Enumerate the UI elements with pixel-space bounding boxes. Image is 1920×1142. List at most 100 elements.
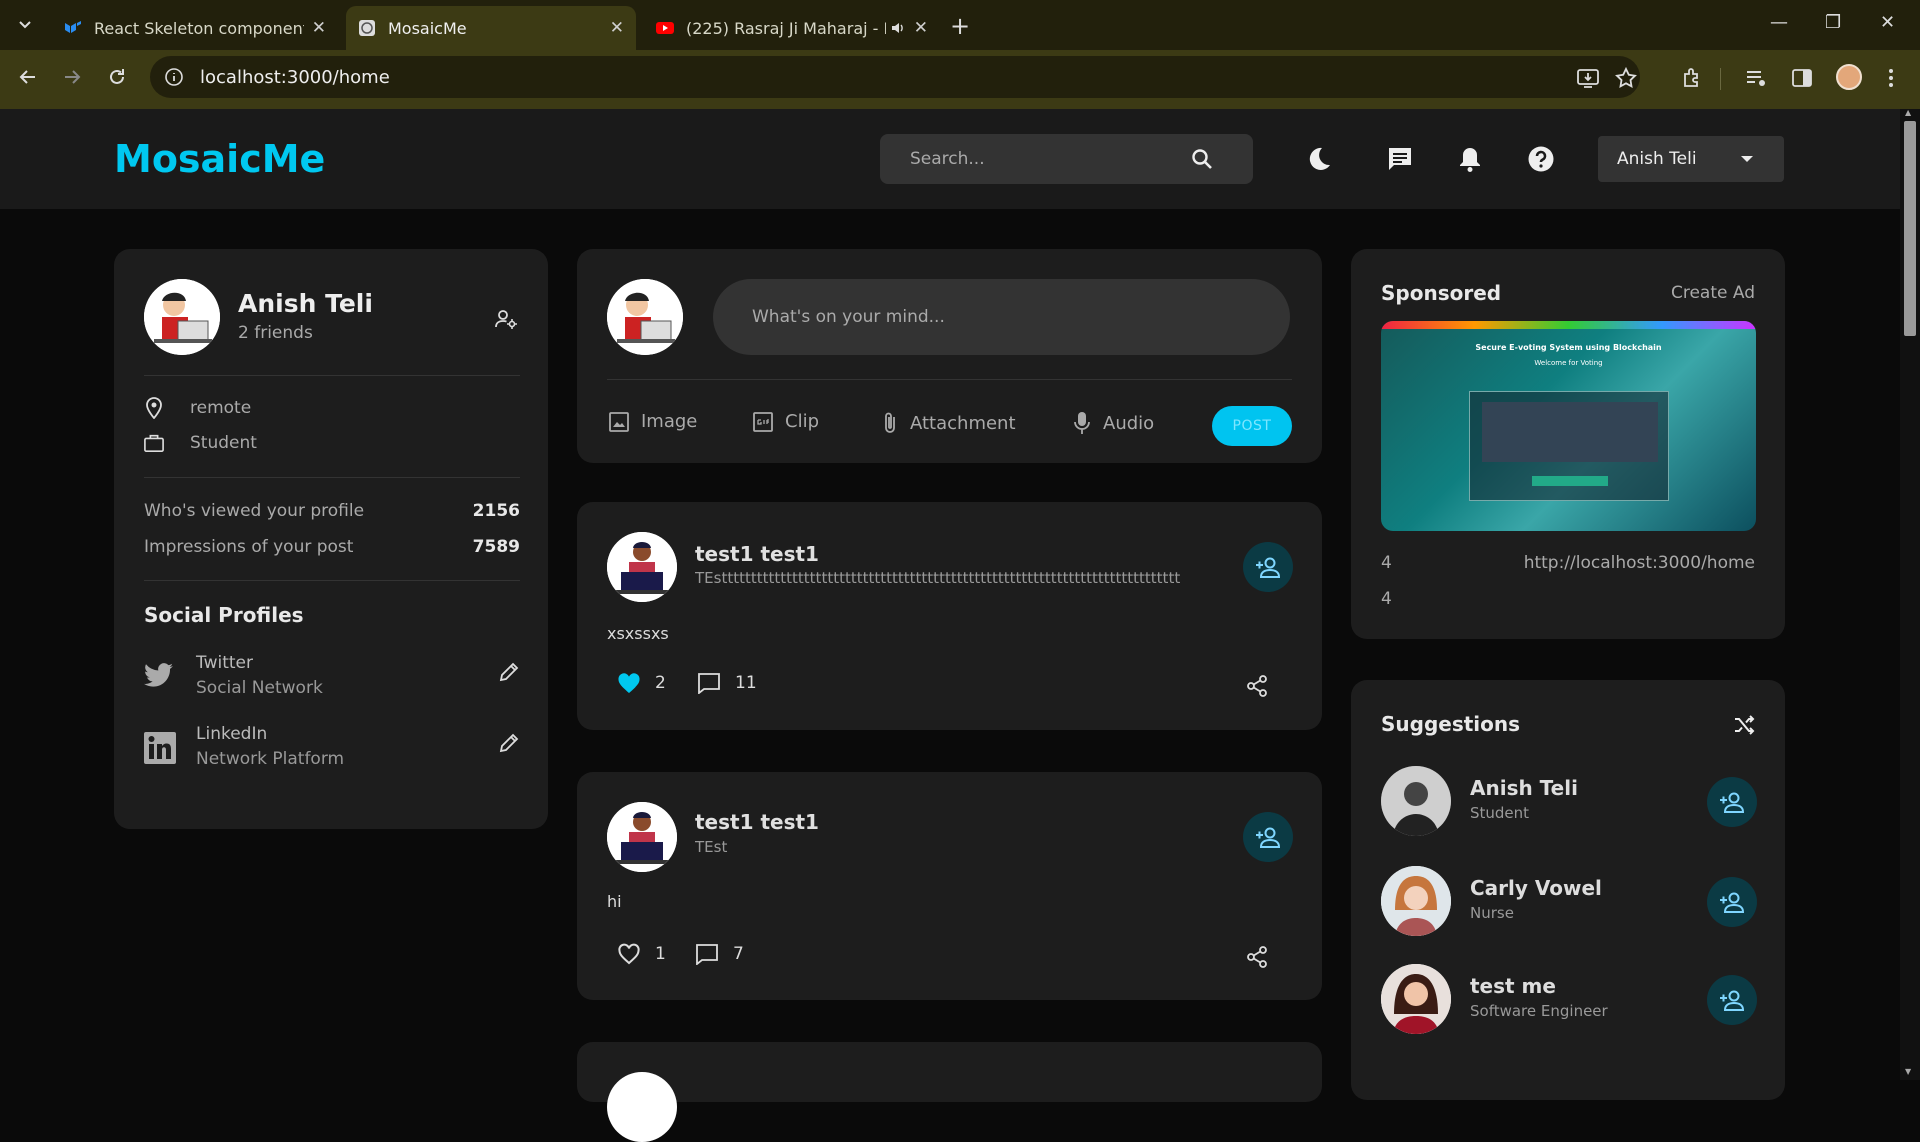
post-input[interactable]: What's on your mind... [713, 279, 1290, 355]
add-friend-button[interactable] [1707, 975, 1757, 1025]
ad-image[interactable]: Secure E-voting System using Blockchain … [1381, 321, 1756, 531]
person-add-icon [1720, 990, 1745, 1011]
close-tab-icon[interactable]: ✕ [312, 18, 326, 38]
comment-button[interactable]: 7 [695, 943, 744, 965]
side-panel-icon[interactable] [1790, 66, 1814, 90]
comment-button[interactable]: 11 [697, 672, 757, 694]
suggestion-name[interactable]: Anish Teli [1470, 776, 1578, 800]
heart-filled-icon [618, 673, 640, 693]
new-tab-button[interactable]: + [950, 12, 970, 40]
user-dropdown[interactable]: Anish Teli [1598, 136, 1784, 182]
browser-profile-avatar[interactable] [1836, 64, 1862, 90]
speaker-icon[interactable] [890, 20, 906, 36]
like-button[interactable]: 2 [617, 672, 666, 694]
extensions-icon[interactable] [1680, 66, 1704, 90]
share-icon[interactable] [1245, 945, 1269, 969]
tab-react-skeleton[interactable]: React Skeleton component - M ✕ [52, 6, 338, 50]
edit-pencil-icon[interactable] [498, 661, 520, 683]
action-label: Attachment [910, 412, 1016, 434]
share-icon[interactable] [1245, 674, 1269, 698]
install-app-icon[interactable] [1576, 66, 1600, 90]
comment-count: 7 [733, 944, 744, 964]
close-tab-icon[interactable]: ✕ [914, 18, 928, 38]
post-author-avatar[interactable] [607, 1072, 677, 1142]
shuffle-icon[interactable] [1733, 714, 1755, 736]
restore-button[interactable]: ❐ [1825, 12, 1841, 33]
address-bar[interactable]: localhost:3000/home [150, 56, 1640, 98]
linkedin-icon [144, 732, 176, 764]
add-friend-button[interactable] [1243, 542, 1293, 592]
tab-youtube[interactable]: (225) Rasraj Ji Maharaj - Ha ✕ [644, 6, 940, 50]
composer-avatar [607, 279, 683, 355]
social-item-twitter: Twitter Social Network [144, 653, 520, 703]
search-input[interactable]: Search... [880, 134, 1253, 184]
suggestion-item: Anish Teli Student [1381, 766, 1757, 838]
suggestion-avatar[interactable] [1381, 766, 1451, 836]
suggestion-name[interactable]: Carly Vowel [1470, 876, 1602, 900]
post-card: test1 test1 TEsttttttttttttttttttttttttt… [577, 502, 1322, 730]
suggestion-name[interactable]: test me [1470, 974, 1556, 998]
close-window-button[interactable]: ✕ [1880, 12, 1895, 33]
post-button[interactable]: POST [1212, 406, 1292, 446]
image-action-button[interactable]: Image [609, 411, 697, 432]
search-icon[interactable] [1191, 148, 1213, 170]
post-author-name[interactable]: test1 test1 [695, 542, 819, 566]
manage-accounts-icon[interactable] [494, 307, 518, 331]
add-friend-button[interactable] [1243, 812, 1293, 862]
attachment-action-button[interactable]: Attachment [882, 411, 1016, 435]
media-control-icon[interactable] [1744, 66, 1768, 90]
person-add-icon [1720, 892, 1745, 913]
dark-mode-icon[interactable] [1305, 145, 1333, 173]
post-body: xsxssxs [607, 624, 669, 643]
audio-action-button[interactable]: Audio [1073, 411, 1154, 435]
page-scrollbar[interactable]: ▲ ▼ [1900, 108, 1920, 1080]
profile-occupation: Student [144, 433, 257, 453]
close-tab-icon[interactable]: ✕ [610, 18, 624, 38]
forward-icon[interactable] [62, 66, 84, 88]
suggestion-role: Software Engineer [1470, 1002, 1608, 1020]
post-author-avatar[interactable] [607, 802, 677, 872]
divider [144, 580, 520, 581]
minimize-button[interactable]: — [1770, 12, 1788, 33]
toolbar-divider [1720, 68, 1721, 90]
suggestion-avatar[interactable] [1381, 866, 1451, 936]
add-friend-button[interactable] [1707, 877, 1757, 927]
app-logo[interactable]: MosaicMe [114, 137, 325, 181]
ad-headline: Secure E-voting System using Blockchain [1475, 343, 1662, 352]
post-author-avatar[interactable] [607, 532, 677, 602]
browser-chrome: React Skeleton component - M ✕ MosaicMe … [0, 0, 1920, 109]
profile-name[interactable]: Anish Teli [238, 289, 373, 318]
help-icon[interactable] [1527, 145, 1555, 173]
ad-image-table [1482, 402, 1658, 462]
message-icon[interactable] [1386, 145, 1414, 173]
user-dropdown-label: Anish Teli [1617, 149, 1697, 169]
post-impressions-stat: Impressions of your post 7589 [144, 537, 520, 557]
like-button[interactable]: 1 [617, 943, 666, 965]
create-ad-link[interactable]: Create Ad [1671, 283, 1755, 303]
tab-search-button[interactable] [12, 12, 38, 38]
action-label: Image [641, 411, 698, 432]
ad-url[interactable]: http://localhost:3000/home [1524, 553, 1755, 573]
add-friend-button[interactable] [1707, 777, 1757, 827]
reload-icon[interactable] [106, 66, 128, 88]
clip-action-button[interactable]: Clip [753, 411, 819, 432]
scroll-down-arrow[interactable]: ▼ [1905, 1067, 1911, 1076]
edit-pencil-icon[interactable] [498, 732, 520, 754]
post-card [577, 1042, 1322, 1142]
tab-mosaicme[interactable]: MosaicMe ✕ [346, 6, 636, 50]
scroll-up-arrow[interactable]: ▲ [1905, 108, 1911, 117]
post-author-name[interactable]: test1 test1 [695, 810, 819, 834]
scroll-thumb[interactable] [1904, 121, 1916, 336]
site-info-icon[interactable] [164, 67, 184, 87]
sponsored-card: Sponsored Create Ad Secure E-voting Syst… [1351, 249, 1785, 639]
suggestion-avatar[interactable] [1381, 964, 1451, 1034]
location-pin-icon [146, 397, 162, 419]
notifications-icon[interactable] [1456, 145, 1484, 173]
occupation-text: Student [190, 433, 257, 453]
suggestions-title: Suggestions [1381, 712, 1521, 736]
person-add-icon [1256, 827, 1281, 848]
profile-avatar[interactable] [144, 279, 220, 355]
back-icon[interactable] [16, 66, 38, 88]
more-menu-icon[interactable] [1884, 66, 1898, 90]
bookmark-star-icon[interactable] [1614, 66, 1638, 90]
